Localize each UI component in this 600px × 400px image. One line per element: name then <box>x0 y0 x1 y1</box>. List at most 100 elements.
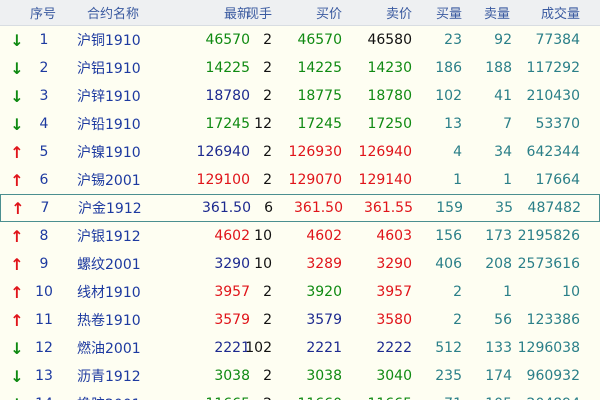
arrow-down-icon: ↓ <box>10 338 24 358</box>
cell-latest: 11665 <box>170 390 250 400</box>
table-row[interactable]: ↓14橡胶2001116652116601166571105204894 <box>0 390 600 400</box>
cell-askvol: 7 <box>503 116 512 132</box>
cell-latest: 3579 <box>214 312 250 328</box>
cell-bidvol: 2 <box>453 284 462 300</box>
cell-vol: 2 <box>263 60 272 76</box>
cell-latest: 14225 <box>205 60 250 76</box>
cell-vol: 10 <box>254 228 272 244</box>
cell-seq: 12 <box>35 340 53 356</box>
cell-askvol: 208 <box>485 256 512 272</box>
cell-ask: 4603 <box>376 228 412 244</box>
cell-name: 沪铜1910 <box>77 33 141 49</box>
header-askvol[interactable]: 卖量 <box>476 0 510 25</box>
cell-latest: 2221 <box>214 340 250 356</box>
header-volnow[interactable]: 现手 <box>240 0 272 25</box>
table-row[interactable]: ↓ 13 沥青1912 3038 2 3038 3040 235 174 960932 <box>0 362 600 390</box>
cell-volume: 204894 <box>520 390 580 400</box>
quote-table: 序号 合约名称 最新 现手 买价 卖价 买量 卖量 成交量 ↓ 1 沪铜1910 46… <box>0 0 600 400</box>
cell-bid: 14225 <box>297 60 342 76</box>
cell-seq: 3 <box>39 88 49 104</box>
header-ask[interactable]: 卖价 <box>370 0 412 25</box>
arrow-up-icon: ↑ <box>10 310 24 330</box>
table-row[interactable]: ↓ 4 沪铅1910 17245 12 17245 17250 13 7 53370 <box>0 110 600 138</box>
table-row[interactable]: ↓ 2 沪铝1910 14225 2 14225 14230 186 188 117292 <box>0 54 600 82</box>
cell-volume: 2573616 <box>517 256 580 272</box>
cell-ask: 17250 <box>367 116 412 132</box>
cell-bid: 129070 <box>288 172 342 188</box>
cell-bidvol: 512 <box>435 340 462 356</box>
cell-vol: 102 <box>245 340 272 356</box>
cell-vol: 12 <box>254 116 272 132</box>
cell-vol: 2 <box>263 312 272 328</box>
cell-latest: 3038 <box>214 368 250 384</box>
cell-name: 沪金1912 <box>78 201 142 217</box>
arrow-up-icon: ↑ <box>10 142 24 162</box>
header-bidvol[interactable]: 买量 <box>428 0 462 25</box>
header-seq[interactable]: 序号 <box>26 0 60 25</box>
cell-latest: 126940 <box>196 144 250 160</box>
arrow-down-icon: ↓ <box>10 30 24 50</box>
cell-bid: 361.50 <box>294 200 343 216</box>
table-row[interactable]: ↑ 11 热卷1910 3579 2 3579 3580 2 56 123386 <box>0 306 600 334</box>
cell-vol: 2 <box>263 88 272 104</box>
cell-ask: 361.55 <box>364 200 413 216</box>
cell-askvol: 34 <box>494 144 512 160</box>
cell-volume: 10 <box>562 284 580 300</box>
header-bid[interactable]: 买价 <box>300 0 342 25</box>
cell-seq: 1 <box>39 32 49 48</box>
cell-askvol: 174 <box>485 368 512 384</box>
cell-vol: 6 <box>264 200 273 216</box>
cell-askvol: 133 <box>485 340 512 356</box>
cell-latest: 4602 <box>214 228 250 244</box>
cell-name: 沥青1912 <box>77 369 141 385</box>
cell-bid: 2221 <box>306 340 342 356</box>
cell-name: 橡胶2001 <box>77 390 157 400</box>
cell-volume: 1296038 <box>517 340 580 356</box>
table-row[interactable]: ↑ 7 沪金1912 361.50 6 361.50 361.55 159 35 487482 <box>0 194 600 222</box>
table-row[interactable]: ↑ 9 螺纹2001 3290 10 3289 3290 406 208 2573616 <box>0 250 600 278</box>
cell-askvol: 35 <box>495 200 513 216</box>
cell-vol: 2 <box>263 32 272 48</box>
table-row[interactable]: ↑ 10 线材1910 3957 2 3920 3957 2 1 10 <box>0 278 600 306</box>
cell-volume: 77384 <box>535 32 580 48</box>
cell-name: 沪镍1910 <box>77 145 141 161</box>
cell-volume: 642344 <box>526 144 580 160</box>
cell-name: 螺纹2001 <box>77 257 141 273</box>
cell-ask: 3957 <box>376 284 412 300</box>
table-row[interactable]: ↓ 3 沪锌1910 18780 2 18775 18780 102 41 210430 <box>0 82 600 110</box>
cell-bidvol: 406 <box>435 256 462 272</box>
header-volume[interactable]: 成交量 <box>534 0 580 25</box>
cell-seq: 13 <box>35 368 53 384</box>
cell-askvol: 1 <box>503 172 512 188</box>
arrow-up-icon: ↑ <box>10 170 24 190</box>
cell-askvol: 105 <box>474 390 512 400</box>
cell-bidvol: 235 <box>435 368 462 384</box>
cell-vol: 2 <box>263 284 272 300</box>
cell-seq: 14 <box>30 390 58 400</box>
cell-name: 沪铝1910 <box>77 61 141 77</box>
table-row[interactable]: ↑ 8 沪银1912 4602 10 4602 4603 156 173 2195826 <box>0 222 600 250</box>
cell-seq: 2 <box>39 60 49 76</box>
table-row[interactable]: ↓ 12 燃油2001 2221 102 2221 2222 512 133 1296038 <box>0 334 600 362</box>
cell-bidvol: 102 <box>435 88 462 104</box>
table-row[interactable]: ↓ 1 沪铜1910 46570 2 46570 46580 23 92 77384 <box>0 26 600 54</box>
table-header: 序号 合约名称 最新 现手 买价 卖价 买量 卖量 成交量 <box>0 0 600 26</box>
cell-name: 热卷1910 <box>77 313 141 329</box>
cell-ask: 3580 <box>376 312 412 328</box>
cell-latest: 361.50 <box>202 200 251 216</box>
cell-bid: 3920 <box>306 284 342 300</box>
cell-volume: 960932 <box>526 368 580 384</box>
header-name[interactable]: 合约名称 <box>74 0 152 25</box>
cell-vol: 10 <box>254 256 272 272</box>
arrow-up-icon: ↑ <box>10 254 24 274</box>
table-row[interactable]: ↑ 5 沪镍1910 126940 2 126930 126940 4 34 642344 <box>0 138 600 166</box>
cell-vol: 2 <box>263 368 272 384</box>
cell-bid: 126930 <box>288 144 342 160</box>
cell-volume: 210430 <box>526 88 580 104</box>
cell-ask: 11665 <box>350 390 412 400</box>
cell-volume: 2195826 <box>517 228 580 244</box>
cell-bid: 46570 <box>297 32 342 48</box>
table-row[interactable]: ↑ 6 沪锡2001 129100 2 129070 129140 1 1 17664 <box>0 166 600 194</box>
cell-bid: 18775 <box>297 88 342 104</box>
cell-seq: 9 <box>39 256 49 272</box>
